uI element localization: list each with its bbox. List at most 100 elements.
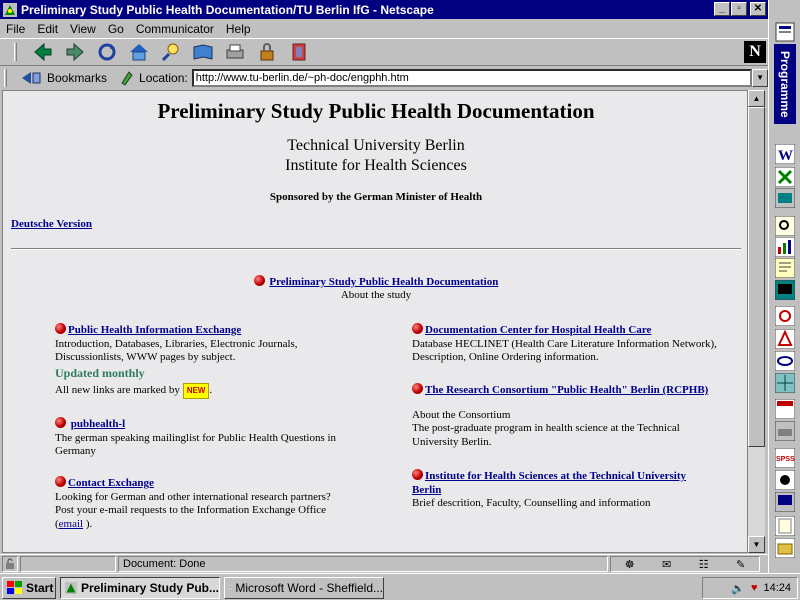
research-consortium-section: The Research Consortium "Public Health" … — [412, 383, 747, 449]
institute-health-sciences-link[interactable]: Institute for Health Sciences at the Tec… — [425, 470, 686, 482]
reload-icon — [98, 43, 116, 61]
stop-button[interactable] — [287, 40, 311, 64]
graph-icon[interactable] — [775, 237, 795, 257]
new-badge-icon: NEW — [182, 383, 210, 399]
shortcut-bar-menu-icon[interactable] — [775, 22, 795, 42]
phie-description-line2: Discussionlists, WWW pages by subject. — [55, 351, 236, 363]
bookmarks-icon — [21, 72, 41, 84]
calendar-icon[interactable] — [775, 399, 795, 419]
institute-name: Institute for Health Sciences — [285, 157, 467, 174]
guide-button[interactable] — [191, 40, 215, 64]
reload-button[interactable] — [95, 40, 119, 64]
bookmarks-label: Bookmarks — [46, 71, 108, 85]
rc-description-line3: University Berlin. — [412, 435, 492, 448]
excel-icon[interactable] — [775, 167, 795, 187]
scroll-up-button[interactable]: ▲ — [748, 90, 765, 107]
research-consortium-link[interactable]: The Research Consortium "Public Health" … — [425, 384, 708, 396]
rc-description-line1: About the Consortium — [412, 408, 511, 421]
bullet-icon — [412, 469, 423, 480]
progress-area — [20, 556, 116, 572]
taskbar-word-button[interactable]: W Microsoft Word - Sheffield... — [224, 577, 384, 599]
german-version-link[interactable]: Deutsche Version — [11, 218, 92, 230]
volume-icon[interactable]: 🔈 — [731, 582, 745, 595]
url-input[interactable] — [191, 69, 753, 87]
printer-icon[interactable] — [775, 421, 795, 441]
folder-icon[interactable] — [775, 538, 795, 558]
bullet-icon — [412, 323, 423, 334]
taskbar-word-label: Microsoft Word - Sheffield... — [235, 581, 383, 595]
globe-icon[interactable] — [775, 351, 795, 371]
tray-app-icon[interactable]: ♥ — [751, 582, 758, 594]
horizontal-rule — [11, 248, 741, 250]
pubhealth-description-line1: The german speaking mailinglist for Publ… — [55, 431, 337, 444]
spss-icon[interactable]: SPSS — [775, 448, 795, 468]
netscape-logo[interactable]: N — [744, 41, 766, 63]
rc-description-line2: The post-graduate program in health scie… — [412, 422, 680, 434]
documentation-center-link[interactable]: Documentation Center for Hospital Health… — [425, 324, 651, 336]
screen-icon[interactable] — [775, 492, 795, 512]
programme-label[interactable]: Programme — [774, 44, 796, 124]
menu-view[interactable]: View — [70, 22, 96, 36]
forward-button[interactable] — [63, 40, 87, 64]
composer-icon[interactable]: ✎ — [736, 558, 745, 571]
title-bar[interactable]: Preliminary Study Public Health Document… — [0, 0, 768, 19]
contact-exchange-link[interactable]: Contact Exchange — [68, 477, 154, 489]
search-button[interactable] — [159, 40, 183, 64]
windows-logo-icon — [7, 581, 22, 594]
preliminary-study-link[interactable]: Preliminary Study Public Health Document… — [269, 276, 498, 288]
navigator-icon[interactable]: ☸ — [625, 558, 635, 571]
grid-icon[interactable] — [775, 373, 795, 393]
bullet-icon — [55, 417, 66, 428]
menu-communicator[interactable]: Communicator — [136, 22, 214, 36]
acrobat-icon[interactable] — [775, 329, 795, 349]
word-icon[interactable]: W — [775, 144, 795, 164]
word-task-icon: W — [229, 586, 232, 590]
bookmarks-button[interactable]: Bookmarks — [21, 70, 107, 86]
contact-section: Contact Exchange Looking for German and … — [55, 476, 395, 531]
mail-icon[interactable]: ✉ — [662, 558, 671, 571]
institute-health-sciences-link-cont[interactable]: Berlin — [412, 484, 441, 496]
pubhealth-l-link[interactable]: pubhealth-l — [71, 418, 125, 430]
document-icon[interactable] — [775, 516, 795, 536]
menu-edit[interactable]: Edit — [37, 22, 58, 36]
url-dropdown-button[interactable]: ▼ — [752, 69, 768, 87]
scroll-thumb[interactable] — [748, 107, 765, 447]
print-icon — [226, 44, 244, 59]
pubhealth-description-line2: Germany — [55, 445, 96, 457]
toolbar-grip[interactable] — [14, 43, 17, 61]
public-health-info-exchange-link[interactable]: Public Health Information Exchange — [68, 324, 241, 336]
location-label-group: Location: — [119, 70, 188, 86]
vertical-scrollbar[interactable]: ▲ ▼ — [748, 90, 765, 553]
menu-help[interactable]: Help — [226, 22, 251, 36]
powerpoint-icon[interactable] — [775, 188, 795, 208]
home-button[interactable] — [127, 40, 151, 64]
pubhealth-section: pubhealth-l The german speaking mailingl… — [55, 417, 395, 459]
clock[interactable]: 14:24 — [763, 582, 791, 594]
back-button[interactable] — [31, 40, 55, 64]
security-status-icon[interactable] — [2, 556, 18, 572]
find-icon[interactable] — [775, 216, 795, 236]
discussion-icon[interactable]: ☷ — [699, 558, 709, 571]
page-proxy-icon[interactable] — [119, 70, 135, 86]
security-button[interactable] — [255, 40, 279, 64]
scroll-down-button[interactable]: ▼ — [748, 536, 765, 553]
network-icon[interactable] — [775, 306, 795, 326]
start-button[interactable]: Start — [2, 577, 56, 599]
email-link[interactable]: email — [59, 518, 83, 530]
notepad-icon[interactable] — [775, 258, 795, 278]
contact-close-paren: ). — [83, 517, 93, 530]
university-name: Technical University Berlin — [287, 137, 465, 154]
terminal-icon[interactable] — [775, 280, 795, 300]
taskbar-netscape-button[interactable]: Preliminary Study Pub... — [60, 577, 220, 599]
bullet-icon — [55, 476, 66, 487]
close-button[interactable]: ✕ — [750, 2, 766, 16]
search-icon — [161, 43, 179, 62]
tools-icon[interactable] — [775, 470, 795, 490]
minimize-button[interactable]: _ — [714, 2, 730, 16]
doc-description-line1: Database HECLINET (Health Care Literatur… — [412, 337, 717, 350]
maximize-button[interactable]: ▫ — [731, 2, 747, 16]
print-button[interactable] — [223, 40, 247, 64]
location-grip[interactable] — [4, 69, 7, 87]
menu-file[interactable]: File — [6, 22, 25, 36]
menu-go[interactable]: Go — [108, 22, 124, 36]
